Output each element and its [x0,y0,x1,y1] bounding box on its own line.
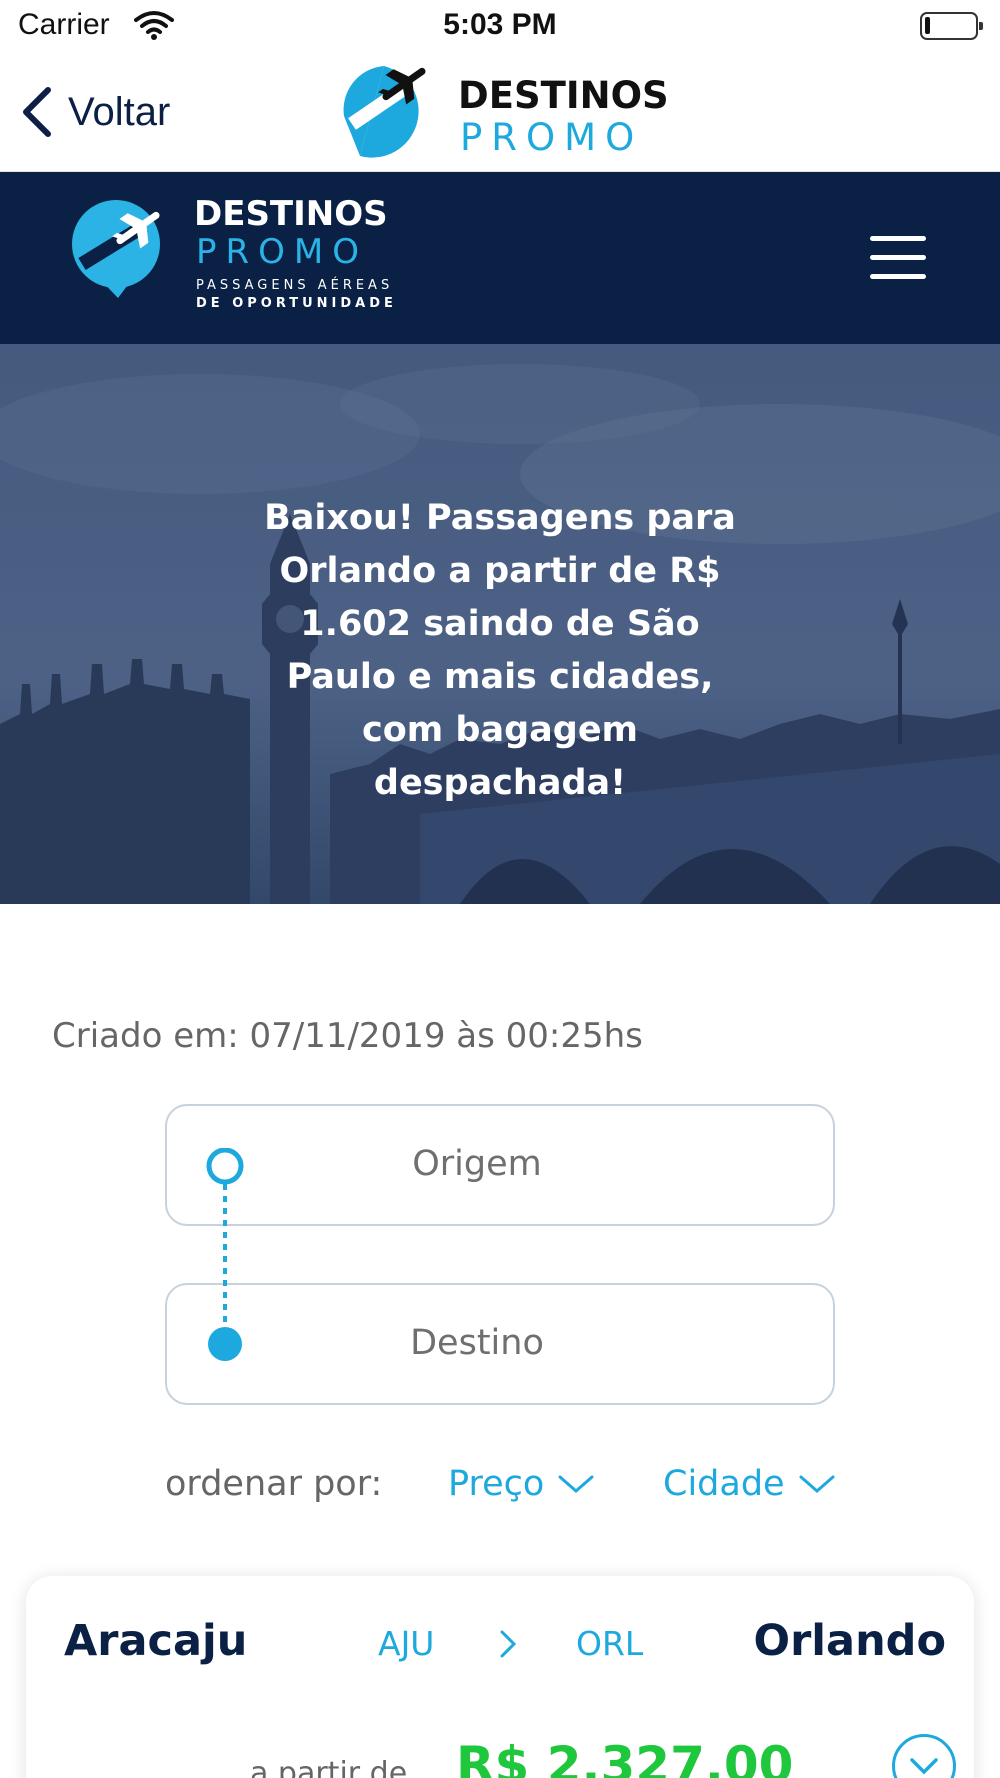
deal-destination-city: Orlando [753,1616,946,1666]
clock: 5:03 PM [443,8,557,41]
back-label: Voltar [68,89,171,134]
battery-level [925,17,930,34]
site-brand-line-2: PROMO [196,232,368,272]
deal-destination-code: ORL [576,1624,644,1663]
site-tagline-line-1: PASSAGENS AÉREAS [196,278,394,293]
deal-price: R$ 2.327,00 [456,1736,794,1778]
site-tagline-line-2: DE OPORTUNIDADE [196,296,397,311]
sort-by-price-dropdown[interactable]: Preço [448,1464,594,1504]
sort-bar: ordenar por: Preço Cidade [165,1464,885,1514]
site-brand-line-1: DESTINOS [194,194,388,234]
sort-label: ordenar por: [165,1464,383,1504]
back-button[interactable]: Voltar [18,80,170,144]
expand-deal-button[interactable] [892,1734,956,1778]
sort-city-label: Cidade [663,1464,785,1504]
deal-origin-code: AJU [378,1624,435,1663]
sort-by-city-dropdown[interactable]: Cidade [663,1464,835,1504]
hero-title: Baixou! Passagens para Orlando a partir … [264,498,736,803]
deal-card[interactable]: Aracaju AJU ORL Orlando a partir de R$ 2… [26,1576,974,1778]
app-logo: DESTINOS PROMO [338,60,669,166]
chevron-left-icon [23,87,51,137]
hero-banner: Baixou! Passagens para Orlando a partir … [0,344,1000,904]
destination-input[interactable]: Destino [165,1283,835,1405]
plane-pin-logo-icon [72,200,160,298]
destination-placeholder: Destino [410,1323,544,1363]
post-created-at: Criado em: 07/11/2019 às 00:25hs [52,1016,643,1056]
site-header: DESTINOS PROMO PASSAGENS AÉREAS DE OPORT… [0,172,1000,344]
origin-input[interactable]: Origem [165,1104,835,1226]
sort-price-label: Preço [448,1464,545,1504]
plane-pin-logo-icon [343,66,426,158]
origin-placeholder: Origem [412,1144,542,1184]
chevron-right-icon [500,1630,517,1658]
chevron-down-icon [799,1475,835,1493]
brand-line-2: PROMO [460,116,644,159]
circle-chevron-down-icon [910,1758,938,1775]
deal-origin-city: Aracaju [64,1616,248,1666]
hamburger-menu-icon[interactable] [870,236,928,280]
battery-icon [920,12,983,40]
chevron-down-icon [558,1475,594,1493]
navigation-bar: Voltar DESTINOS PROMO [0,54,1000,172]
site-logo[interactable]: DESTINOS PROMO PASSAGENS AÉREAS DE OPORT… [66,194,406,324]
brand-line-1: DESTINOS [458,74,669,117]
origin-destination-dots-icon [206,1148,244,1361]
status-bar: Carrier 5:03 PM [0,0,1000,54]
deal-from-label: a partir de [250,1756,408,1778]
